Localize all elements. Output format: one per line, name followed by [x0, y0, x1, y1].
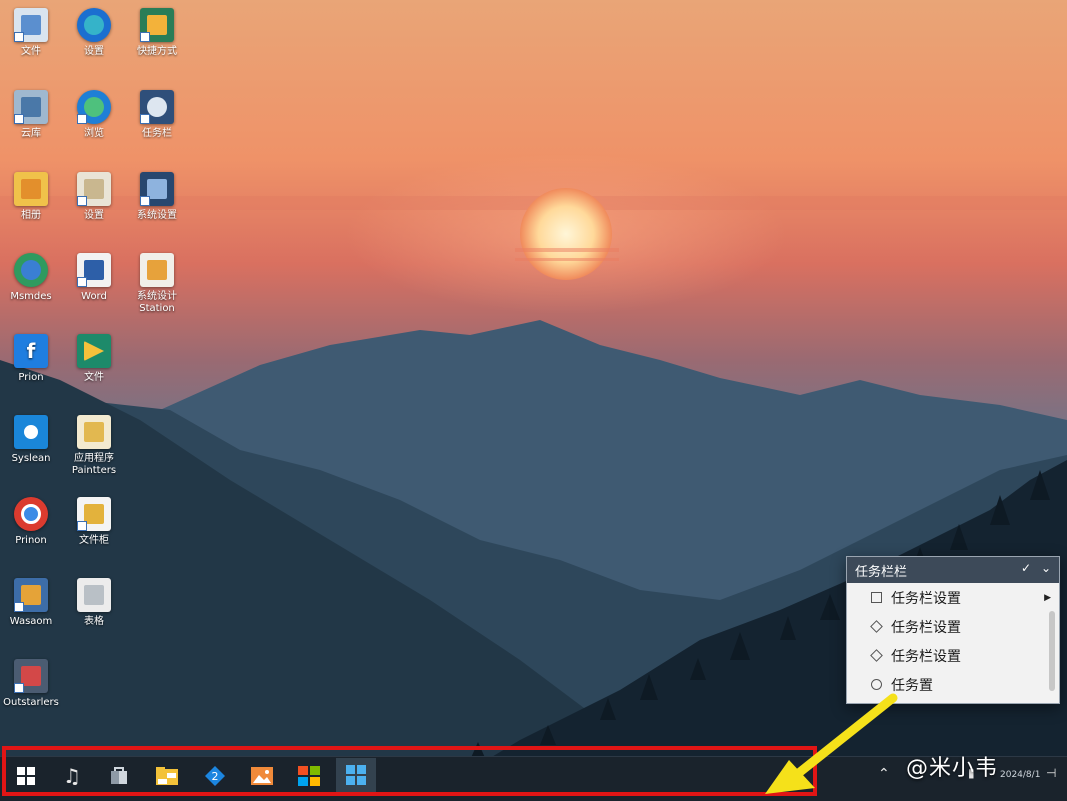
desktop-icon[interactable]: Word: [64, 253, 124, 303]
tray-clock[interactable]: 2024/8/1: [1000, 770, 1040, 780]
desktop-icon-label: 系统设计 Station: [137, 291, 177, 314]
desktop-icon-label: Syslean: [11, 453, 51, 464]
desktop-icon-label: 设置: [84, 46, 104, 57]
edge-globe-icon: [14, 253, 48, 287]
desktop-icon-label: 应用程序 Paintters: [71, 453, 117, 476]
desktop-icon[interactable]: 快捷方式: [127, 8, 187, 58]
desktop-icon-label: Prion: [18, 372, 44, 383]
desktop-icon-label: Outstarlers: [3, 697, 59, 708]
popup-title: 任务栏栏: [855, 564, 908, 580]
desktop-icon-label: 文件: [21, 46, 41, 57]
desktop-icon[interactable]: f Prion: [1, 334, 61, 384]
diamond-icon: [870, 620, 883, 633]
notes-icon: [77, 415, 111, 449]
popup-scrollbar[interactable]: [1049, 611, 1055, 691]
popup-menu-item-label: 任务栏设置: [891, 619, 961, 636]
desktop-icon-label: 浏览: [84, 128, 104, 139]
desktop-icon[interactable]: 表格: [64, 578, 124, 628]
edge-browser-icon: [77, 90, 111, 124]
desktop-icon-label: 任务栏: [142, 128, 172, 139]
desktop-icon-label: 相册: [21, 210, 41, 221]
desktop-icon[interactable]: 相册: [1, 172, 61, 222]
desktop-icon-label: 文件柜: [79, 535, 109, 546]
desktop-icon[interactable]: 文件柜: [64, 497, 124, 547]
windows-logo-icon: [140, 8, 174, 42]
show-desktop-icon[interactable]: ⊣: [1046, 766, 1056, 780]
desktop-icon[interactable]: Msmdes: [1, 253, 61, 303]
desktop-icon[interactable]: 文件: [1, 8, 61, 58]
popup-menu-item[interactable]: 任务栏设置 ▶: [847, 583, 1059, 612]
desktop-icon[interactable]: 设置: [64, 8, 124, 58]
highlight-box: [2, 746, 817, 796]
desktop-icon[interactable]: 系统设计 Station: [127, 253, 187, 315]
facebook-icon: f: [14, 334, 48, 368]
app-cube-icon: [14, 659, 48, 693]
annotation-arrow: [765, 693, 898, 794]
submenu-arrow-icon: ▶: [1044, 592, 1051, 603]
settings-gear-icon: [140, 90, 174, 124]
desktop-icon[interactable]: 设置: [64, 172, 124, 222]
desktop-icon[interactable]: 云库: [1, 90, 61, 140]
popup-menu-item[interactable]: 任务栏设置: [847, 641, 1059, 670]
desktop-icon-label: 系统设置: [137, 210, 177, 221]
desktop-icon[interactable]: Outstarlers: [1, 659, 61, 709]
desktop-icon-label: Prinon: [15, 535, 47, 546]
folder-icon: [14, 8, 48, 42]
desktop-icon-label: 快捷方式: [137, 46, 177, 57]
desktop-icon[interactable]: Syslean: [1, 415, 61, 465]
desktop-icon[interactable]: 系统设置: [127, 172, 187, 222]
calendar-word-icon: [77, 253, 111, 287]
desktop-icon[interactable]: 浏览: [64, 90, 124, 140]
desktop-icon-label: 云库: [21, 128, 41, 139]
desktop-icon[interactable]: Wasaom: [1, 578, 61, 628]
windows-flag-icon: [140, 253, 174, 287]
desktop-icon-label: Word: [81, 291, 107, 302]
watermark-text: @米小韦: [906, 756, 999, 781]
chart-folder-icon: [14, 172, 48, 206]
chevron-down-icon[interactable]: ⌄: [1041, 561, 1051, 575]
chart-doc-icon: [77, 497, 111, 531]
sun: [520, 188, 612, 280]
pin-icon[interactable]: ✓: [1021, 561, 1031, 575]
taskbar-context-popup: 任务栏栏 ✓ ⌄ 任务栏设置 ▶ 任务栏设置 任务栏设置 任务置: [846, 556, 1060, 704]
notepad-icon: [77, 172, 111, 206]
desktop-icon[interactable]: Prinon: [1, 497, 61, 547]
desktop-icon-label: Wasaom: [9, 616, 53, 627]
desktop-icon[interactable]: 文件: [64, 334, 124, 384]
document-icon: [77, 578, 111, 612]
desktop-icon[interactable]: 应用程序 Paintters: [64, 415, 124, 477]
desktop-icon[interactable]: 任务栏: [127, 90, 187, 140]
desktop-icon-label: 设置: [84, 210, 104, 221]
popup-menu-item-label: 任务栏设置: [891, 590, 961, 607]
diamond-icon: [870, 649, 883, 662]
desktop-icon-label: Msmdes: [10, 291, 52, 302]
desktop-icon-label: 文件: [84, 372, 104, 383]
play-store-icon: [77, 334, 111, 368]
blue-app-icon: [14, 415, 48, 449]
computer-icon: [14, 578, 48, 612]
edge-logo-icon: [77, 8, 111, 42]
windows-tile-icon: [140, 172, 174, 206]
popup-menu-item-label: 任务栏设置: [891, 648, 961, 665]
popup-menu-item[interactable]: 任务栏设置: [847, 612, 1059, 641]
desktop-icon-label: 表格: [84, 616, 104, 627]
popup-header: 任务栏栏 ✓ ⌄: [847, 557, 1059, 583]
radio-icon: [871, 679, 882, 690]
monitor-icon: [14, 90, 48, 124]
checkbox-icon: [871, 592, 882, 603]
chrome-icon: [14, 497, 48, 531]
